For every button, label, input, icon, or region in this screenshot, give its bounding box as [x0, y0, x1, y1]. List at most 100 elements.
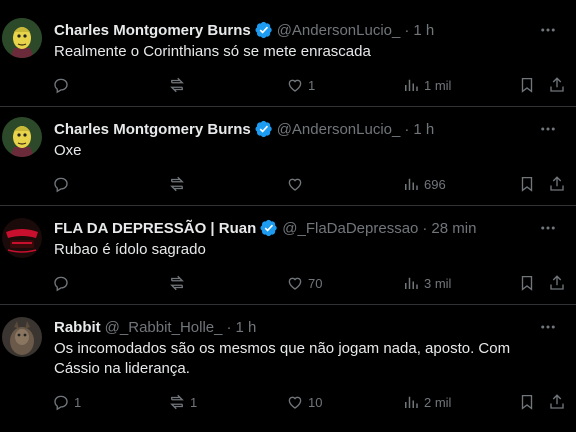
share-button[interactable] [548, 272, 566, 294]
retweet-icon [170, 394, 184, 410]
analytics-icon [405, 396, 418, 408]
author-handle[interactable]: @_Rabbit_Holle_ [105, 319, 223, 336]
bookmark-button[interactable] [518, 74, 536, 96]
like-count: 70 [308, 275, 323, 291]
heart-icon [288, 79, 302, 92]
views-button[interactable]: 3 mil [402, 272, 451, 294]
share-button[interactable] [548, 173, 566, 195]
retweet-button[interactable]: 1 [168, 391, 197, 413]
like-button[interactable]: 1 [286, 74, 315, 96]
reply-count: 1 [74, 394, 82, 410]
tweet[interactable]: Charles Montgomery Burns @AndersonLucio_… [0, 107, 576, 206]
tweet-text: Rubao é ídolo sagrado [54, 241, 206, 258]
timestamp[interactable]: 1 h [413, 121, 434, 138]
bookmark-icon [521, 77, 533, 93]
reply-icon [54, 395, 68, 411]
bookmark-button[interactable] [518, 391, 536, 413]
like-button[interactable]: 10 [286, 391, 322, 413]
reply-icon [54, 177, 68, 193]
reply-button[interactable]: 1 [52, 391, 81, 413]
bookmark-button[interactable] [518, 272, 536, 294]
analytics-icon [405, 178, 418, 190]
tweet-text: Oxe [54, 142, 82, 159]
retweet-button[interactable] [168, 173, 190, 195]
separator-dot: · [422, 219, 428, 237]
author-name[interactable]: Charles Montgomery Burns [54, 22, 251, 39]
retweet-icon [170, 77, 184, 93]
reply-button[interactable] [52, 74, 74, 96]
retweet-icon [170, 176, 184, 192]
separator-dot: · [226, 318, 232, 336]
share-button[interactable] [548, 391, 566, 413]
author-handle[interactable]: @AndersonLucio_ [277, 121, 401, 138]
timestamp[interactable]: 1 h [235, 319, 256, 336]
share-button[interactable] [548, 74, 566, 96]
view-count: 3 mil [424, 275, 452, 291]
timestamp[interactable]: 28 min [431, 220, 476, 237]
heart-icon [288, 277, 302, 290]
reply-icon [54, 276, 68, 292]
separator-dot: · [404, 21, 410, 39]
author-handle[interactable]: @_FlaDaDepressao [282, 220, 418, 237]
verified-badge-icon [255, 120, 272, 138]
heart-icon [288, 396, 302, 409]
share-icon [550, 394, 564, 409]
author-name[interactable]: FLA DA DEPRESSÃO | Ruan [54, 220, 256, 237]
burns-avatar-icon [2, 117, 42, 157]
separator-dot: · [404, 120, 410, 138]
heart-icon [288, 178, 302, 191]
avatar[interactable] [2, 18, 42, 58]
more-options-icon[interactable] [538, 20, 558, 40]
bookmark-icon [521, 176, 533, 192]
views-button[interactable]: 1 mil [402, 74, 451, 96]
tweet-text: Realmente o Corinthians só se mete enras… [54, 43, 371, 60]
bookmark-icon [521, 275, 533, 291]
bookmark-button[interactable] [518, 173, 536, 195]
view-count: 1 mil [424, 77, 452, 93]
tweet-actions: 696 [52, 173, 572, 195]
verified-badge-icon [260, 219, 277, 237]
avatar[interactable] [2, 218, 42, 258]
author-handle[interactable]: @AndersonLucio_ [277, 22, 401, 39]
share-icon [550, 176, 564, 191]
verified-badge-icon [255, 21, 272, 39]
reply-button[interactable] [52, 173, 74, 195]
tweet-text: Os incomodados são os mesmos que não jog… [54, 340, 511, 377]
rabbit-avatar-icon [2, 317, 42, 357]
tweet[interactable]: Rabbit @_Rabbit_Holle_ · 1 h Os incomoda… [0, 305, 576, 432]
like-count: 1 [308, 77, 316, 93]
share-icon [550, 275, 564, 290]
retweet-button[interactable] [168, 74, 190, 96]
burns-avatar-icon [2, 18, 42, 58]
like-button[interactable]: 70 [286, 272, 322, 294]
tweet-actions: 1 1 10 2 mil [52, 391, 572, 413]
timestamp[interactable]: 1 h [413, 22, 434, 39]
share-icon [550, 77, 564, 92]
retweet-icon [170, 275, 184, 291]
analytics-icon [405, 277, 418, 289]
fla-logo-avatar-icon [2, 218, 42, 258]
views-button[interactable]: 2 mil [402, 391, 451, 413]
more-options-icon[interactable] [538, 218, 558, 238]
more-options-icon[interactable] [538, 119, 558, 139]
avatar[interactable] [2, 117, 42, 157]
tweet[interactable]: Charles Montgomery Burns @AndersonLucio_… [0, 0, 576, 107]
like-button[interactable] [286, 173, 308, 195]
view-count: 696 [424, 176, 446, 192]
tweet[interactable]: FLA DA DEPRESSÃO | Ruan @_FlaDaDepressao… [0, 206, 576, 305]
reply-icon [54, 78, 68, 94]
tweet-actions: 70 3 mil [52, 272, 572, 294]
reply-button[interactable] [52, 272, 74, 294]
analytics-icon [405, 79, 418, 91]
views-button[interactable]: 696 [402, 173, 446, 195]
avatar[interactable] [2, 317, 42, 357]
author-name[interactable]: Charles Montgomery Burns [54, 121, 251, 138]
author-name[interactable]: Rabbit [54, 319, 101, 336]
like-count: 10 [308, 394, 323, 410]
tweet-actions: 1 1 mil [52, 74, 572, 96]
retweet-button[interactable] [168, 272, 190, 294]
retweet-count: 1 [190, 394, 198, 410]
view-count: 2 mil [424, 394, 452, 410]
bookmark-icon [521, 394, 533, 410]
more-options-icon[interactable] [538, 317, 558, 337]
